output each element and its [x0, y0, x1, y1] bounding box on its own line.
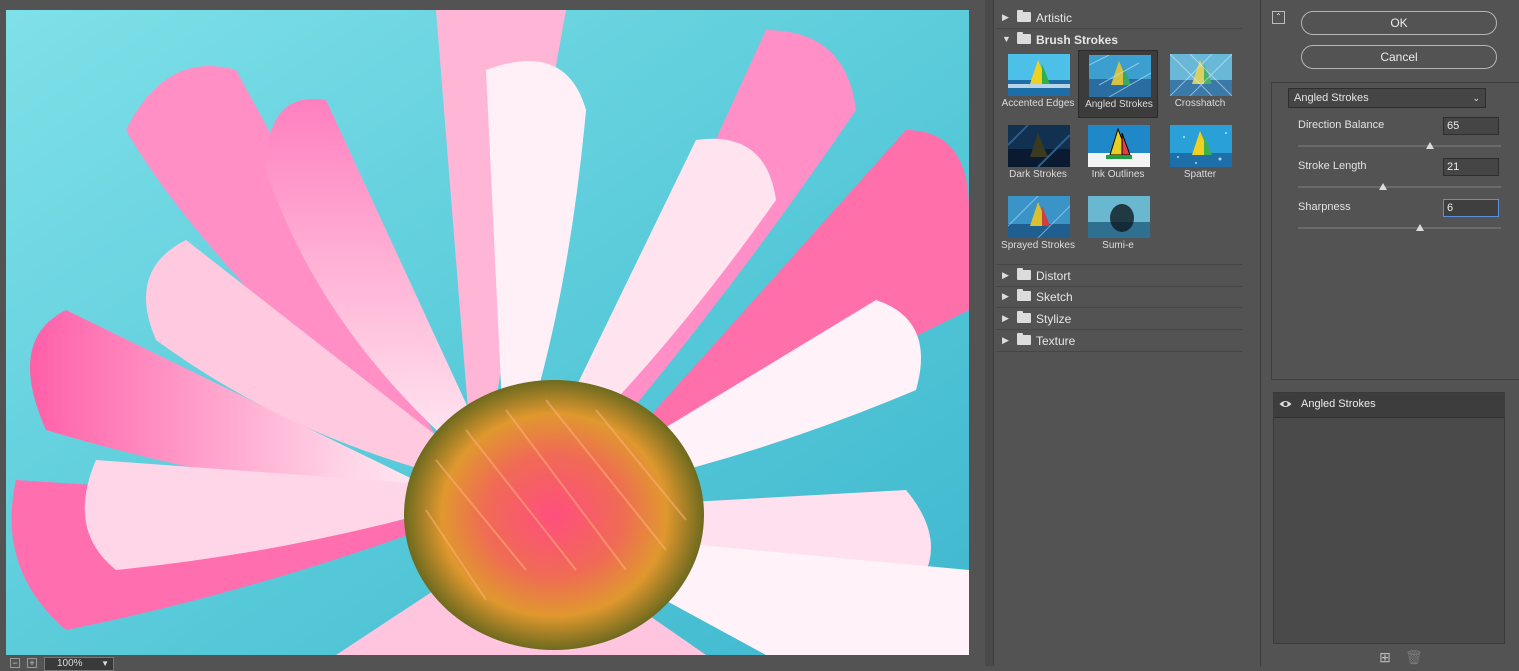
filter-caption: Accented Edges	[1001, 98, 1075, 109]
eye-icon[interactable]	[1279, 400, 1292, 408]
panel-divider[interactable]	[985, 0, 993, 666]
filter-caption: Spatter	[1183, 169, 1217, 180]
filter-caption: Crosshatch	[1174, 98, 1226, 109]
preview-panel: − + 100% ▼	[0, 0, 985, 671]
effect-layers-panel: Angled Strokes	[1273, 392, 1505, 644]
filter-thumb-spatter[interactable]: Spatter	[1160, 121, 1240, 189]
category-label: Sketch	[1036, 290, 1073, 304]
filter-caption: Ink Outlines	[1091, 169, 1145, 180]
filter-select[interactable]: Angled Strokes ⌄	[1288, 88, 1486, 108]
filter-thumb-sumi-e[interactable]: Sumi-e	[1078, 192, 1158, 260]
expand-arrow-icon: ▶	[1002, 291, 1009, 301]
folder-icon	[1017, 10, 1031, 22]
category-distort[interactable]: ▶ Distort	[996, 264, 1242, 287]
param-label: Stroke Length	[1298, 160, 1367, 172]
preview-status-bar: − + 100% ▼	[0, 656, 985, 671]
folder-open-icon	[1017, 32, 1031, 44]
thumbnail-image	[1088, 125, 1150, 167]
filter-gallery: ▶ Artistic ▼ Brush Strokes Accented Edge…	[993, 0, 1251, 666]
preview-image[interactable]	[6, 10, 969, 655]
filter-select-value: Angled Strokes	[1294, 92, 1369, 104]
chevron-up-icon: ⌃	[1275, 12, 1282, 21]
filter-thumb-crosshatch[interactable]: Crosshatch	[1160, 50, 1240, 118]
folder-icon	[1017, 268, 1031, 280]
thumbnail-image	[1089, 55, 1151, 97]
cancel-button[interactable]: Cancel	[1301, 45, 1497, 69]
chevron-down-icon: ▼	[101, 659, 109, 668]
effect-layer-name: Angled Strokes	[1301, 398, 1376, 410]
sharpness-input[interactable]: 6	[1443, 199, 1499, 217]
param-stroke-length: Stroke Length 21	[1298, 158, 1508, 196]
filter-options-panel: Angled Strokes ⌄ Direction Balance 65 St…	[1271, 82, 1519, 380]
direction-balance-input[interactable]: 65	[1443, 117, 1499, 135]
param-sharpness: Sharpness 6	[1298, 199, 1508, 237]
category-label: Stylize	[1036, 312, 1072, 326]
expand-arrow-icon: ▶	[1002, 12, 1009, 22]
expand-arrow-icon: ▶	[1002, 335, 1009, 345]
filter-thumb-dark-strokes[interactable]: Dark Strokes	[998, 121, 1078, 189]
zoom-level-value: 100%	[57, 658, 83, 669]
category-artistic[interactable]: ▶ Artistic	[996, 7, 1242, 29]
filter-thumb-accented-edges[interactable]: Accented Edges	[998, 50, 1078, 118]
category-label: Texture	[1036, 334, 1076, 348]
effect-layer-row[interactable]: Angled Strokes	[1274, 393, 1505, 418]
slider-track[interactable]	[1298, 145, 1501, 147]
filter-caption: Angled Strokes	[1085, 99, 1153, 110]
expand-arrow-icon: ▶	[1002, 313, 1009, 323]
param-label: Sharpness	[1298, 201, 1351, 213]
zoom-in-button[interactable]: +	[27, 658, 37, 668]
filter-settings-pane: ⌃ OK Cancel Angled Strokes ⌄ Direction B…	[1260, 0, 1519, 666]
param-label: Direction Balance	[1298, 119, 1385, 131]
flower-image	[6, 10, 969, 655]
thumbnail-image	[1008, 125, 1070, 167]
filter-caption: Sprayed Strokes	[1001, 240, 1075, 251]
category-brush-strokes[interactable]: ▼ Brush Strokes	[996, 29, 1242, 50]
thumbnail-image	[1088, 196, 1150, 238]
param-direction-balance: Direction Balance 65	[1298, 117, 1508, 155]
zoom-out-button[interactable]: −	[10, 658, 20, 668]
collapse-gallery-button[interactable]: ⌃	[1272, 11, 1285, 24]
trash-icon[interactable]: 🗑	[1405, 650, 1423, 664]
category-stylize[interactable]: ▶ Stylize	[996, 308, 1242, 330]
filter-thumb-ink-outlines[interactable]: Ink Outlines	[1078, 121, 1158, 189]
category-label: Artistic	[1036, 11, 1072, 25]
ok-button[interactable]: OK	[1301, 11, 1497, 35]
thumbnail-image	[1008, 196, 1070, 238]
category-label: Brush Strokes	[1036, 33, 1119, 47]
zoom-level-select[interactable]: 100% ▼	[44, 657, 114, 671]
filter-caption: Sumi-e	[1102, 240, 1134, 251]
filter-caption: Dark Strokes	[1009, 169, 1067, 180]
category-label: Distort	[1036, 269, 1071, 283]
collapse-arrow-icon: ▼	[1002, 34, 1011, 44]
slider-thumb[interactable]	[1379, 183, 1388, 190]
expand-arrow-icon: ▶	[1002, 270, 1009, 280]
chevron-down-icon: ⌄	[1472, 93, 1480, 103]
slider-track[interactable]	[1298, 227, 1501, 229]
thumbnail-image	[1008, 54, 1070, 96]
slider-track[interactable]	[1298, 186, 1501, 188]
slider-thumb[interactable]	[1425, 142, 1434, 149]
folder-icon	[1017, 311, 1031, 323]
category-texture[interactable]: ▶ Texture	[996, 330, 1242, 352]
folder-icon	[1017, 289, 1031, 301]
thumbnail-image	[1170, 54, 1232, 96]
category-sketch[interactable]: ▶ Sketch	[996, 286, 1242, 308]
folder-icon	[1017, 333, 1031, 345]
new-effect-layer-button[interactable]: ⊞	[1379, 650, 1391, 664]
filter-thumb-sprayed-strokes[interactable]: Sprayed Strokes	[998, 192, 1078, 260]
stroke-length-input[interactable]: 21	[1443, 158, 1499, 176]
slider-thumb[interactable]	[1415, 224, 1424, 231]
thumbnail-image	[1170, 125, 1232, 167]
filter-thumb-angled-strokes[interactable]: Angled Strokes	[1078, 50, 1158, 118]
